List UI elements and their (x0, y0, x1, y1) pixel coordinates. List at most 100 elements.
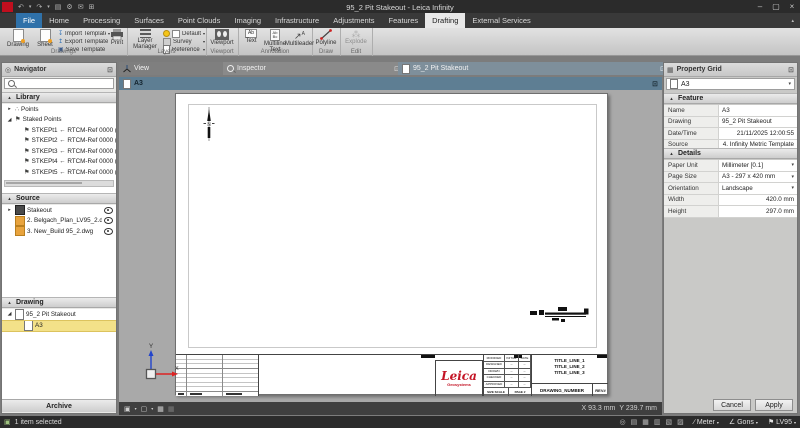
visibility-eye-icon[interactable] (104, 217, 113, 224)
tab-home[interactable]: Home (42, 13, 76, 28)
settings-icon[interactable]: ⚙ (66, 3, 72, 11)
tab-drafting[interactable]: Drafting (425, 13, 465, 28)
close-button[interactable]: × (784, 2, 800, 11)
redo-dropdown-icon[interactable]: ▾ (47, 4, 50, 10)
crs-selector[interactable]: ⚑ LV95 ▾ (768, 418, 796, 426)
inspector-toggle-icon[interactable]: ▤ (631, 418, 638, 426)
dropdown-icon[interactable]: ▾ (791, 162, 794, 168)
scrollbar-thumb[interactable] (6, 182, 82, 184)
sheet-button[interactable]: Sheet (34, 29, 56, 48)
default-layer-selector[interactable]: Default ▾ (163, 30, 205, 37)
tab-infrastructure[interactable]: Infrastructure (268, 13, 326, 28)
distance-unit-selector[interactable]: ∕ Meter ▾ (694, 419, 719, 426)
tab-view[interactable]: View (119, 62, 229, 75)
property-grid-toggle-icon[interactable]: ▦ (642, 418, 649, 426)
archive-toggle-icon[interactable]: ▨ (677, 418, 684, 426)
fill-style-dropdown-icon[interactable]: ▾ (135, 406, 137, 411)
tree-item-staked-points[interactable]: ◢ ⚑ Staked Points (2, 115, 116, 126)
library-section-header[interactable]: ▴ Library (2, 92, 116, 103)
tab-point-clouds[interactable]: Point Clouds (171, 13, 228, 28)
details-section-header[interactable]: ▴ Details (664, 148, 797, 159)
tree-item-dwg-belgach[interactable]: 2. Belgach_Plan_LV95_2.dwg (2, 216, 116, 227)
property-row-orientation[interactable]: Orientation Landscape▾ (664, 183, 797, 195)
tree-item-drawing-project[interactable]: ◢ 95_2 Pit Stakeout (2, 309, 116, 320)
a3-sheet-bar[interactable]: A3 ⊡ (119, 77, 662, 90)
property-row-name[interactable]: Name A3 (664, 105, 797, 117)
dropdown-icon[interactable]: ▾ (791, 174, 794, 180)
tree-item-stakept5[interactable]: ⚑ STKEPt5 ← RTCM-Ref 0000 (07/10/ (2, 167, 116, 178)
tree-item-stakeout[interactable]: ▸ Stakeout (2, 205, 116, 216)
visibility-eye-icon[interactable] (104, 207, 113, 214)
expander-icon[interactable]: ▸ (6, 106, 13, 112)
tree-item-a3-sheet-selected[interactable]: A3 (2, 320, 116, 333)
drawing-section-header[interactable]: ▴ Drawing (2, 297, 116, 308)
copy-view-dropdown-icon[interactable]: ▾ (151, 406, 153, 411)
apply-button[interactable]: Apply (755, 399, 793, 411)
mail-icon[interactable]: ✉ (78, 3, 84, 11)
tree-item-points[interactable]: ▸ ∴ Points (2, 104, 116, 115)
collapse-ribbon-icon[interactable]: ▴ (791, 18, 794, 24)
viewport-button[interactable]: Viewport (210, 29, 234, 46)
tab-file[interactable]: File (16, 13, 42, 28)
fill-style-button[interactable]: ▣ (124, 405, 131, 413)
tree-item-dwg-newbuild[interactable]: 3. New_Build 95_2.dwg (2, 226, 116, 237)
archive-section-header[interactable]: Archive (2, 399, 116, 412)
tree-item-stakept4[interactable]: ⚑ STKEPt4 ← RTCM-Ref 0000 (07/10/ (2, 157, 116, 168)
property-grid-pin-icon[interactable]: ⊡ (788, 66, 794, 74)
library-horizontal-scrollbar[interactable] (4, 180, 114, 187)
print-button[interactable]: Print (108, 29, 126, 46)
source-section-header[interactable]: ▴ Source (2, 193, 116, 204)
tab-adjustments[interactable]: Adjustments (326, 13, 381, 28)
angle-unit-selector[interactable]: ∠ Gons ▾ (729, 418, 758, 426)
navigator-pin-icon[interactable]: ⊡ (107, 66, 113, 74)
copy-view-button[interactable]: ▢ (141, 405, 148, 413)
restore-button[interactable]: ▢ (768, 2, 784, 11)
dropdown-icon[interactable]: ▾ (791, 185, 794, 191)
snap-toggle-button[interactable]: ▦ (168, 405, 175, 413)
modules-icon[interactable]: ⊞ (89, 3, 95, 11)
feature-section-header[interactable]: ▴ Feature (664, 93, 797, 104)
grid-toggle-button[interactable]: ▦ (157, 405, 164, 413)
navigator-search-input[interactable] (4, 78, 114, 89)
tab-external-services[interactable]: External Services (465, 13, 537, 28)
survey-layer-button[interactable]: Survey ▾ (163, 38, 205, 45)
property-row-height[interactable]: Height 297.0 mm (664, 206, 797, 218)
tree-item-stakept2[interactable]: ⚑ STKEPt2 ← RTCM-Ref 0000 (07/10/ (2, 136, 116, 147)
property-row-paper-unit[interactable]: Paper Unit Millimeter [0.1]▾ (664, 160, 797, 172)
tab-inspector[interactable]: Inspector ⊡ (223, 62, 404, 75)
tree-item-stakept1[interactable]: ⚑ STKEPt1 ← RTCM-Ref 0000 (07/10/ (2, 125, 116, 136)
property-row-width[interactable]: Width 420.0 mm (664, 195, 797, 207)
tree-item-stakept3[interactable]: ⚑ STKEPt3 ← RTCM-Ref 0000 (07/10/ (2, 146, 116, 157)
report-toggle-icon[interactable]: ▧ (665, 418, 672, 426)
explode-button[interactable]: ⁂ Explode (344, 29, 368, 45)
import-template-button[interactable]: ↧ Import Template ▾ (58, 30, 110, 37)
tab-features[interactable]: Features (382, 13, 426, 28)
undo-dropdown-icon[interactable]: ▾ (29, 4, 32, 10)
tab-processing[interactable]: Processing (76, 13, 127, 28)
redo-icon[interactable]: ↷ (36, 3, 42, 11)
a3-pin-icon[interactable]: ⊡ (652, 80, 658, 88)
visibility-eye-icon[interactable] (104, 228, 113, 235)
feature-selector-dropdown[interactable]: A3 ▾ (666, 78, 795, 90)
undo-icon[interactable]: ↶ (18, 3, 24, 11)
layer-manager-button[interactable]: Layer Manager (130, 29, 160, 50)
property-row-datetime[interactable]: Date/Time 21/11/2025 12:00:55 (664, 128, 797, 140)
property-row-page-size[interactable]: Page Size A3 - 297 x 420 mm▾ (664, 172, 797, 184)
drawing-canvas[interactable]: N (119, 90, 662, 402)
layers-toggle-icon[interactable]: ▥ (654, 418, 661, 426)
expander-icon[interactable]: ◢ (6, 311, 13, 317)
cancel-button[interactable]: Cancel (713, 399, 751, 411)
property-row-drawing[interactable]: Drawing 95_2 Pit Stakeout (664, 117, 797, 129)
tab-stakeout-active[interactable]: 95_2 Pit Stakeout ⊡ (398, 62, 670, 75)
text-button[interactable]: Ab Text (241, 29, 261, 44)
expander-icon[interactable]: ◢ (6, 117, 13, 123)
archive-icon[interactable]: ▤ (55, 3, 62, 11)
multileader-button[interactable]: ↗A Multileader (288, 29, 311, 47)
polyline-button[interactable]: Polyline (315, 29, 337, 46)
a3-paper-sheet[interactable]: N (175, 93, 608, 395)
export-template-button[interactable]: ↥ Export Template (58, 38, 110, 45)
navigator-toggle-icon[interactable]: ◎ (620, 418, 626, 426)
expander-icon[interactable]: ▸ (6, 207, 13, 213)
tab-surfaces[interactable]: Surfaces (127, 13, 171, 28)
drawing-button[interactable]: Drawing (4, 29, 32, 48)
